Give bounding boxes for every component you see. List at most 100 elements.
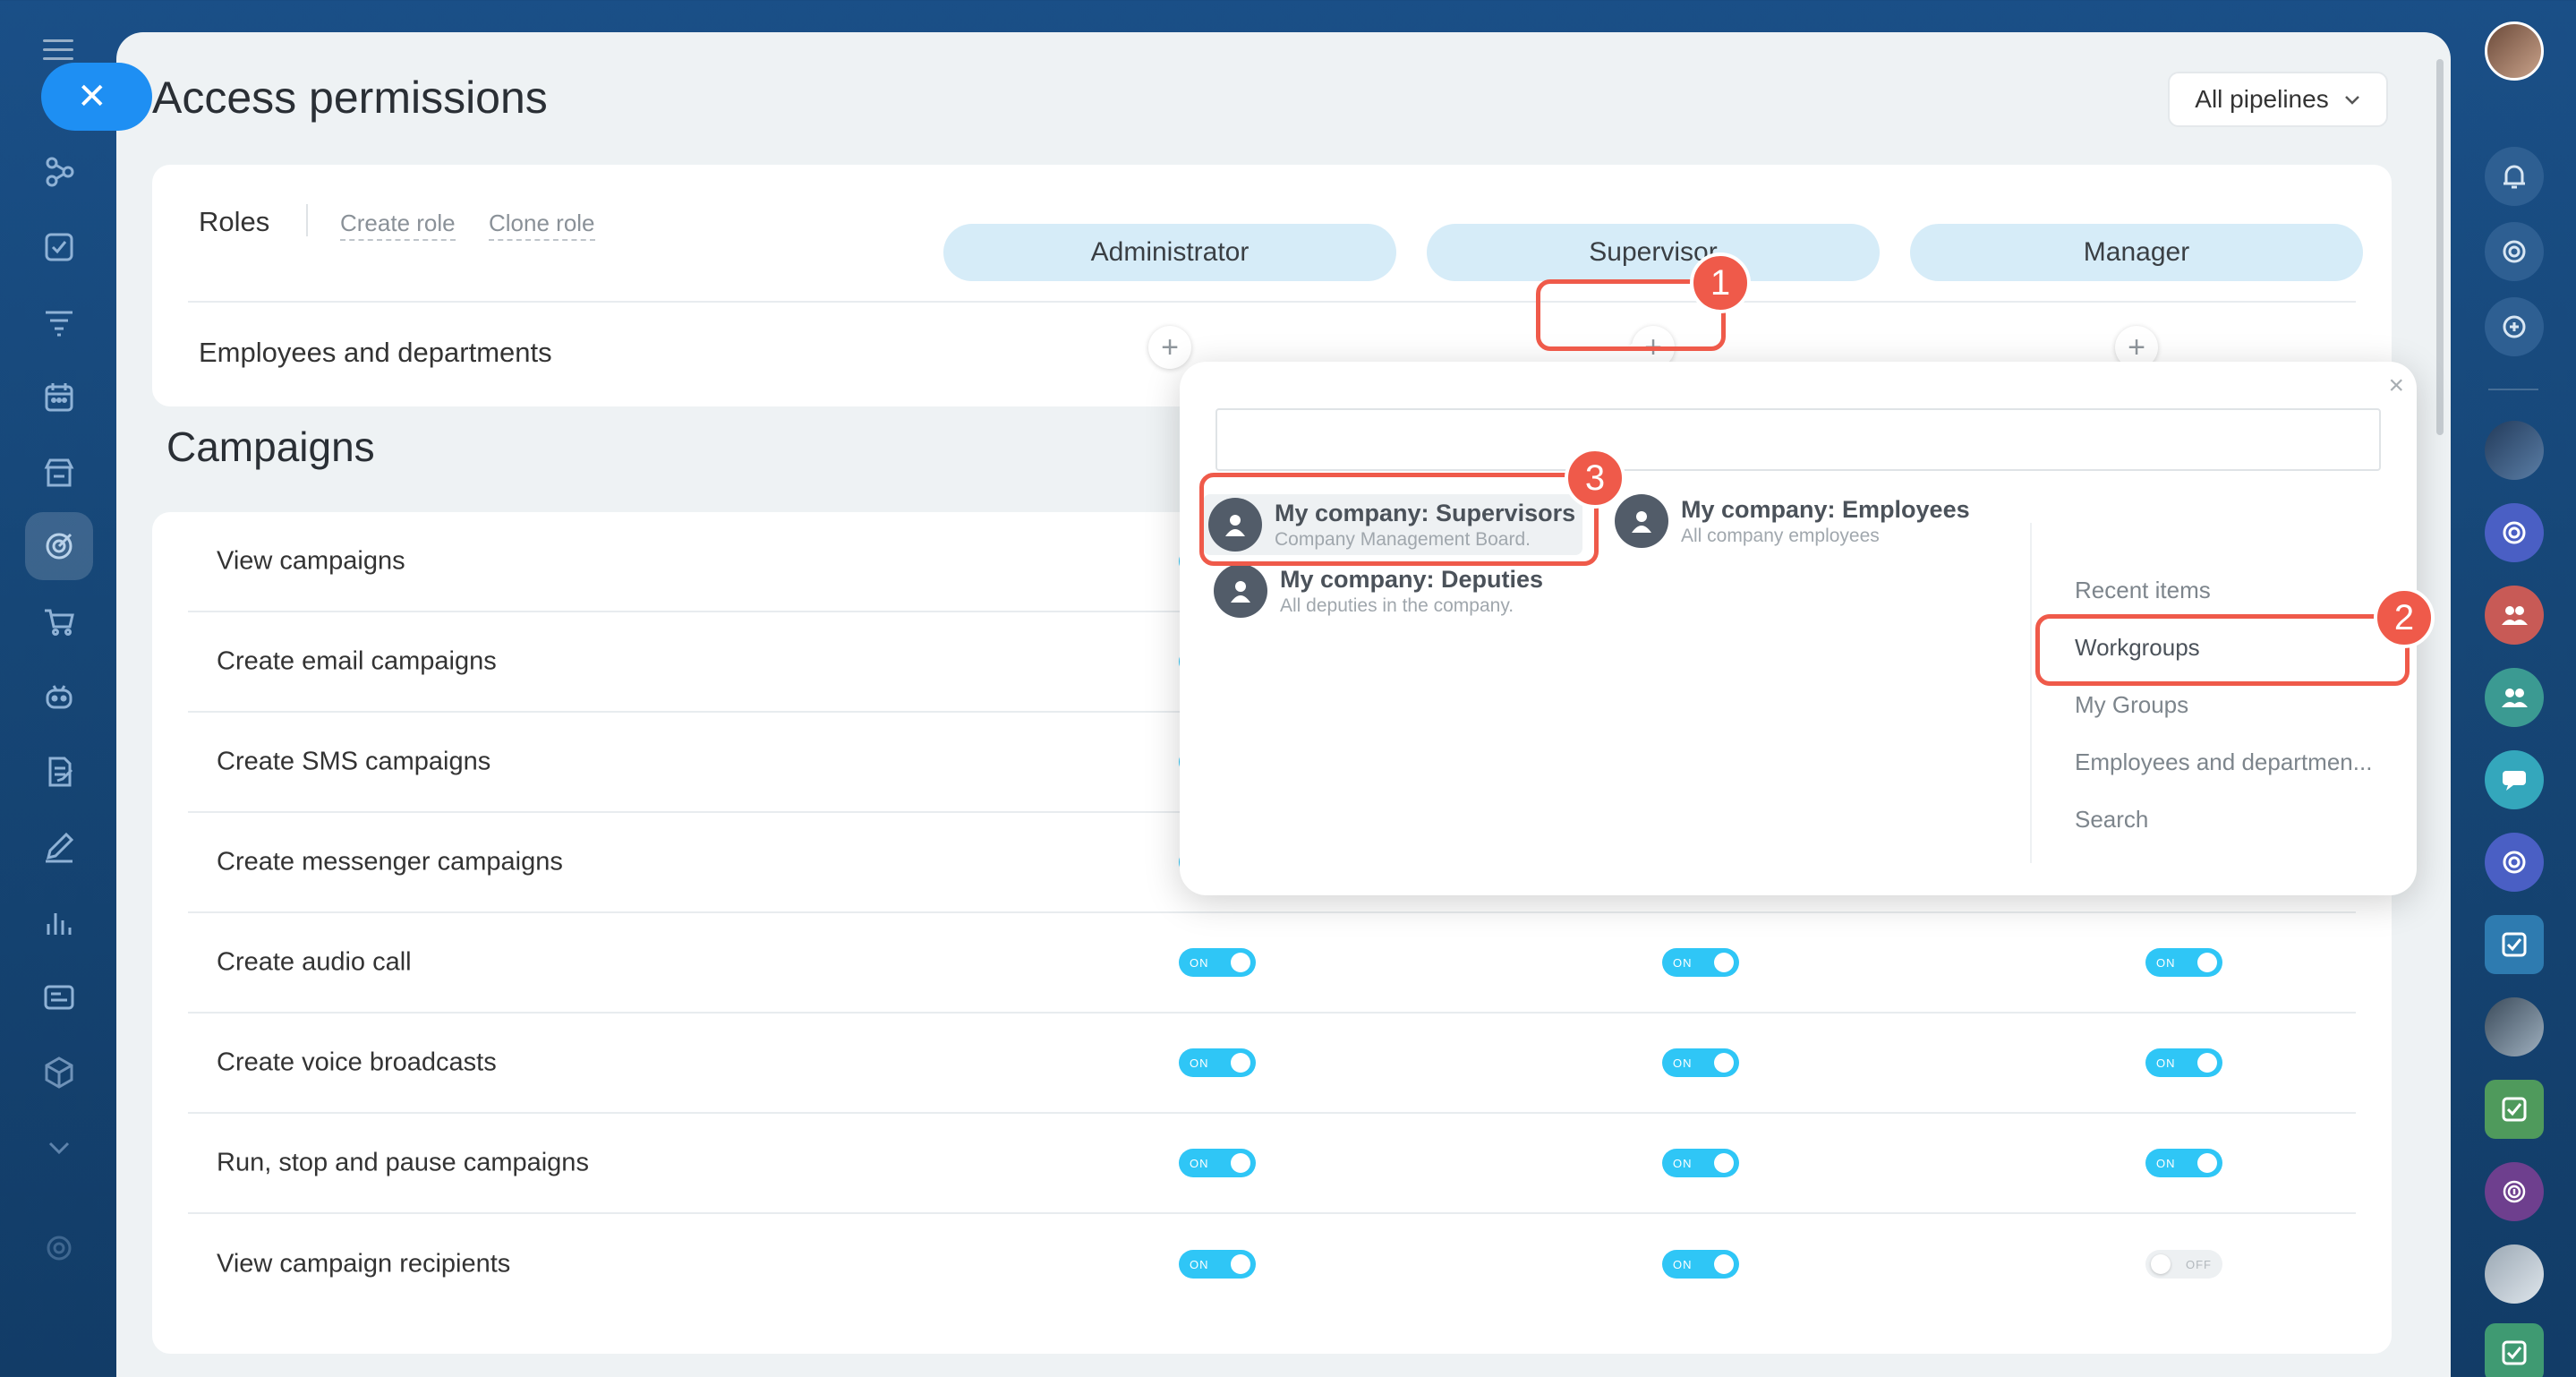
divider [188, 301, 2356, 303]
permission-label: Create messenger campaigns [217, 847, 563, 877]
callout-highlight [1199, 473, 1599, 566]
close-icon: ✕ [77, 77, 107, 116]
target-icon[interactable] [2485, 503, 2544, 562]
user-avatar[interactable] [2485, 421, 2544, 480]
toggle-state: OFF [2186, 1257, 2212, 1271]
toggle-state: ON [1673, 955, 1693, 970]
user-avatar[interactable] [2485, 21, 2544, 81]
toggle-state: ON [2156, 955, 2176, 970]
toggle-state: ON [1673, 1056, 1693, 1070]
permission-label: View campaign recipients [217, 1249, 511, 1279]
toggle-state: ON [1190, 955, 1209, 970]
package-icon[interactable] [25, 1039, 93, 1107]
tab-my-groups[interactable]: My Groups [2075, 691, 2188, 719]
toggle-state: ON [2156, 1056, 2176, 1070]
toggle-state: ON [1190, 1156, 1209, 1170]
chevron-down-icon[interactable] [25, 1114, 93, 1182]
table-row: Run, stop and pause campaigns ON ON ON [188, 1114, 2356, 1214]
clone-role-link[interactable]: Clone role [489, 210, 595, 241]
permission-toggle[interactable]: ON [1662, 1048, 1739, 1077]
plus-icon: + [1161, 330, 1179, 364]
role-column-supervisor[interactable]: Supervisor [1427, 224, 1880, 281]
user-icon [1615, 494, 1668, 548]
permission-toggle[interactable]: ON [1662, 1149, 1739, 1177]
chevron-down-icon [2344, 96, 2359, 105]
permission-toggle[interactable]: ON [1179, 948, 1256, 977]
search-input[interactable] [1215, 408, 2381, 471]
contact-card-icon[interactable] [25, 963, 93, 1031]
permission-toggle[interactable]: ON [2145, 948, 2222, 977]
connections-icon[interactable] [25, 138, 93, 206]
callout-badge: 3 [1565, 448, 1625, 509]
tasks-check-icon[interactable] [2485, 1080, 2544, 1139]
callout-badge: 1 [1690, 252, 1751, 313]
employees-departments-label: Employees and departments [199, 337, 552, 368]
permission-label: Run, stop and pause campaigns [217, 1148, 589, 1177]
settings-icon[interactable] [25, 1214, 93, 1282]
user-avatar[interactable] [2485, 997, 2544, 1056]
page-title: Access permissions [152, 73, 548, 123]
permission-label: View campaigns [217, 546, 405, 576]
permission-toggle[interactable]: ON [1179, 1250, 1256, 1279]
plus-icon: + [2128, 330, 2145, 364]
scrollbar[interactable] [2436, 59, 2444, 435]
chat-search-icon[interactable] [2485, 297, 2544, 356]
permission-toggle[interactable]: ON [1662, 948, 1739, 977]
entity-item-employees[interactable]: My company: Employees All company employ… [1615, 494, 1970, 548]
add-employee-administrator-button[interactable]: + [1148, 326, 1191, 369]
notification-bell-icon[interactable] [2485, 147, 2544, 206]
entity-description: All company employees [1681, 526, 1880, 546]
entity-name: My company: Employees [1681, 496, 1970, 523]
role-column-manager[interactable]: Manager [1910, 224, 2363, 281]
robot-icon[interactable] [25, 663, 93, 731]
document-signature-icon[interactable] [25, 738, 93, 806]
table-row: Create voice broadcasts ON ON ON [188, 1014, 2356, 1114]
funnel-icon[interactable] [25, 288, 93, 356]
tasks-check-icon[interactable] [2485, 915, 2544, 974]
target-icon[interactable] [2485, 833, 2544, 892]
analytics-icon[interactable] [25, 888, 93, 956]
entity-description: All deputies in the company. [1280, 595, 1514, 616]
permission-toggle[interactable]: ON [2145, 1149, 2222, 1177]
create-role-link[interactable]: Create role [340, 210, 456, 241]
menu-icon[interactable] [43, 39, 73, 61]
target-icon[interactable] [2485, 222, 2544, 281]
close-icon[interactable]: × [2388, 371, 2404, 401]
calendar-icon[interactable] [25, 363, 93, 432]
close-slider-button[interactable]: ✕ [41, 63, 152, 131]
toggle-state: ON [1673, 1156, 1693, 1170]
tasks-icon[interactable] [25, 213, 93, 281]
tab-employees-departments[interactable]: Employees and departmen... [2075, 748, 2372, 776]
permission-toggle[interactable]: ON [1179, 1048, 1256, 1077]
toggle-state: ON [2156, 1156, 2176, 1170]
signature-pen-icon[interactable] [25, 813, 93, 881]
left-sidebar [0, 0, 116, 1377]
cat-avatar[interactable] [2485, 1244, 2544, 1304]
permission-toggle[interactable]: OFF [2145, 1250, 2222, 1279]
permission-label: Create audio call [217, 947, 412, 977]
toggle-state: ON [1190, 1257, 1209, 1271]
role-column-administrator[interactable]: Administrator [943, 224, 1396, 281]
group-icon[interactable] [2485, 668, 2544, 727]
fingerprint-icon[interactable] [2485, 1162, 2544, 1221]
permission-label: Create voice broadcasts [217, 1048, 497, 1077]
permission-label: Create SMS campaigns [217, 747, 491, 776]
pipeline-filter-dropdown[interactable]: All pipelines [2168, 72, 2388, 127]
entity-item-deputies[interactable]: My company: Deputies All deputies in the… [1214, 564, 1543, 618]
tasks-check-icon[interactable] [2485, 1323, 2544, 1377]
store-icon[interactable] [25, 439, 93, 507]
permission-toggle[interactable]: ON [1179, 1149, 1256, 1177]
permission-toggle[interactable]: ON [1662, 1250, 1739, 1279]
tab-recent-items[interactable]: Recent items [2075, 577, 2211, 604]
permission-toggle[interactable]: ON [2145, 1048, 2222, 1077]
open-channel-icon[interactable] [2485, 750, 2544, 809]
divider [2488, 389, 2538, 390]
group-icon[interactable] [2485, 586, 2544, 645]
toggle-state: ON [1673, 1257, 1693, 1271]
permission-label: Create email campaigns [217, 646, 497, 676]
tab-search[interactable]: Search [2075, 806, 2148, 834]
pipeline-filter-label: All pipelines [2195, 85, 2329, 113]
callout-badge: 2 [2374, 587, 2435, 648]
cart-icon[interactable] [25, 587, 93, 655]
marketing-target-icon[interactable] [25, 512, 93, 580]
